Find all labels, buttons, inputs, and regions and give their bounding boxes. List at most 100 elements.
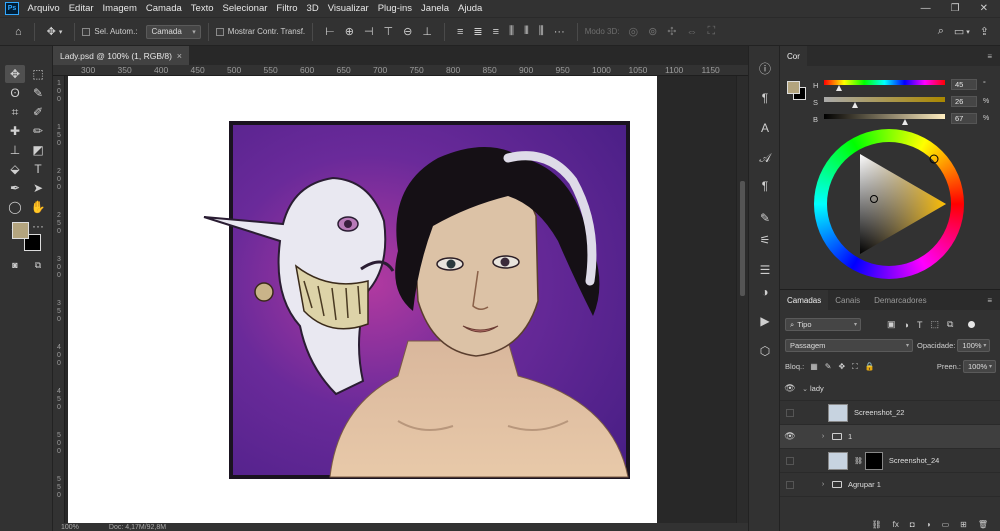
distribute-top-icon[interactable]: ≡ [452, 26, 468, 38]
layer-style-icon[interactable]: fx [893, 520, 899, 529]
panel-menu-icon[interactable]: ≡ [987, 52, 1000, 61]
menu-ajuda[interactable]: Ajuda [454, 3, 487, 14]
lock-all-icon[interactable]: 🔒 [865, 362, 875, 371]
opacity-field[interactable]: 100% [957, 339, 991, 352]
lock-transparency-icon[interactable]: ▦ [810, 362, 818, 371]
brush-tool-icon[interactable]: ✏ [28, 122, 48, 140]
auto-select-checkbox[interactable] [82, 27, 91, 36]
move-tool-preset-icon[interactable]: ✥ ▾ [42, 25, 68, 38]
blend-mode-dropdown[interactable]: Passagem [785, 339, 913, 352]
new-adjustment-icon[interactable]: ◑ [926, 520, 931, 529]
align-top-icon[interactable]: ⊤ [379, 25, 399, 38]
tab-canais[interactable]: Canais [828, 290, 867, 310]
align-right-icon[interactable]: ⊣ [359, 25, 379, 38]
layer-row[interactable]: ⛓ Screenshot_24 [780, 449, 1000, 473]
layer-row[interactable]: Screenshot_22 [780, 401, 1000, 425]
auto-select-target-dropdown[interactable]: Camada [145, 24, 201, 39]
filter-toggle[interactable] [968, 321, 976, 328]
screen-mode-icon[interactable]: ⧉ [28, 256, 48, 274]
filter-type-icon[interactable]: T [917, 320, 923, 330]
hue-value[interactable]: 45 [951, 79, 977, 90]
layer-mask-thumbnail[interactable] [864, 451, 883, 470]
properties-icon[interactable]: ◑ [755, 282, 775, 302]
vertical-scrollbar[interactable] [736, 76, 748, 523]
tab-cor[interactable]: Cor [780, 46, 807, 66]
menu-camada[interactable]: Camada [141, 3, 186, 14]
menu-plugins[interactable]: Plug-ins [373, 3, 416, 14]
brushes-icon[interactable]: ✎ [755, 208, 775, 228]
menu-janela[interactable]: Janela [417, 3, 454, 14]
lock-position-icon[interactable]: ✥ [838, 362, 845, 371]
brightness-slider[interactable] [824, 114, 945, 119]
brightness-slider-thumb[interactable] [902, 119, 909, 125]
visibility-toggle[interactable] [786, 456, 794, 465]
close-tab-icon[interactable]: × [177, 51, 182, 61]
visibility-eye-icon[interactable]: 👁 [780, 383, 800, 394]
paragraph-styles-icon[interactable]: ¶ [755, 176, 775, 196]
distribute-left-icon[interactable]: ⫼ [504, 25, 519, 38]
align-h-center-icon[interactable]: ⊕ [340, 25, 359, 38]
panel-foreground-swatch[interactable] [787, 81, 800, 94]
filter-kind-dropdown[interactable]: ⌕ Tipo [785, 318, 861, 331]
show-transform-checkbox[interactable] [215, 27, 224, 36]
menu-texto[interactable]: Texto [186, 3, 218, 14]
delete-layer-icon[interactable]: 🗑 [978, 520, 988, 529]
search-icon[interactable]: ⌕ [933, 25, 949, 38]
actions-play-icon[interactable]: ▶ [755, 311, 775, 331]
character-icon[interactable]: A [755, 118, 775, 138]
close-button[interactable]: ✕ [980, 3, 988, 14]
layer-row-selected[interactable]: 👁 › 1 [780, 425, 1000, 449]
visibility-eye-icon[interactable]: 👁 [780, 431, 800, 442]
3d-cube-icon[interactable]: ⬡ [755, 341, 775, 361]
filter-adjustment-icon[interactable]: ◑ [904, 320, 909, 330]
move-tool-icon[interactable]: ✥ [5, 65, 25, 83]
adjustments-icon[interactable]: ☰ [755, 260, 775, 280]
quick-mask-icon[interactable]: ◙ [5, 256, 25, 274]
lock-pixels-icon[interactable]: ✎ [825, 362, 832, 371]
saturation-value[interactable]: 26 [951, 96, 977, 107]
tab-camadas[interactable]: Camadas [780, 290, 829, 310]
menu-selecionar[interactable]: Selecionar [218, 3, 272, 14]
distribute-hcenter-icon[interactable]: ⫴ [519, 25, 534, 38]
slide-3d-icon[interactable]: ⇔ [682, 26, 703, 38]
filter-smart-object-icon[interactable]: ⧉ [947, 319, 953, 330]
hue-slider[interactable] [824, 80, 945, 85]
crop-tool-icon[interactable]: ⌗ [5, 103, 25, 121]
document-tab[interactable]: Lady.psd @ 100% (1, RGB/8) × [53, 46, 189, 65]
drag-3d-icon[interactable]: ✣ [662, 25, 681, 38]
add-mask-icon[interactable]: ◘ [910, 520, 915, 529]
more-options-icon[interactable]: ··· [549, 26, 570, 38]
info-icon[interactable]: ⓘ [755, 58, 775, 78]
fill-field[interactable]: 100% [963, 360, 996, 373]
chevron-down-icon[interactable]: ⌄ [800, 385, 810, 393]
type-tool-icon[interactable]: T [28, 160, 48, 178]
vertical-scrollbar-thumb[interactable] [740, 181, 745, 296]
distribute-center-icon[interactable]: ≣ [468, 25, 487, 38]
menu-visualizar[interactable]: Visualizar [323, 3, 373, 14]
menu-filtro[interactable]: Filtro [272, 3, 302, 14]
distribute-right-icon[interactable]: ⫼ [534, 25, 549, 38]
shape-tool-icon[interactable]: ◯ [5, 198, 25, 216]
hand-tool-icon[interactable]: ✋ [28, 198, 48, 216]
share-icon[interactable]: ⇪ [975, 25, 994, 38]
saturation-slider-thumb[interactable] [852, 102, 859, 108]
tab-demarcadores[interactable]: Demarcadores [867, 290, 933, 310]
paint-bucket-tool-icon[interactable]: ⬙ [5, 160, 25, 178]
layer-row[interactable]: › Agrupar 1 [780, 473, 1000, 497]
brightness-value[interactable]: 67 [951, 113, 977, 124]
stamp-tool-icon[interactable]: ⊥ [5, 141, 25, 159]
align-v-center-icon[interactable]: ⊖ [398, 25, 417, 38]
chevron-right-icon[interactable]: › [818, 433, 828, 440]
chevron-right-icon[interactable]: › [818, 481, 828, 488]
color-wheel[interactable] [814, 129, 964, 279]
lasso-tool-icon[interactable]: ʘ [5, 84, 25, 102]
align-left-icon[interactable]: ⊢ [320, 25, 340, 38]
more-tools-icon[interactable]: ··· [28, 217, 48, 235]
brush-settings-icon[interactable]: ⚟ [755, 230, 775, 250]
align-bottom-icon[interactable]: ⊥ [417, 25, 437, 38]
visibility-toggle[interactable] [786, 408, 794, 417]
filter-shape-icon[interactable]: ⬚ [930, 319, 939, 330]
eyedropper-tool-icon[interactable]: ✐ [28, 103, 48, 121]
canvas-viewport[interactable] [65, 76, 736, 523]
paragraph-icon[interactable]: ¶ [755, 88, 775, 108]
